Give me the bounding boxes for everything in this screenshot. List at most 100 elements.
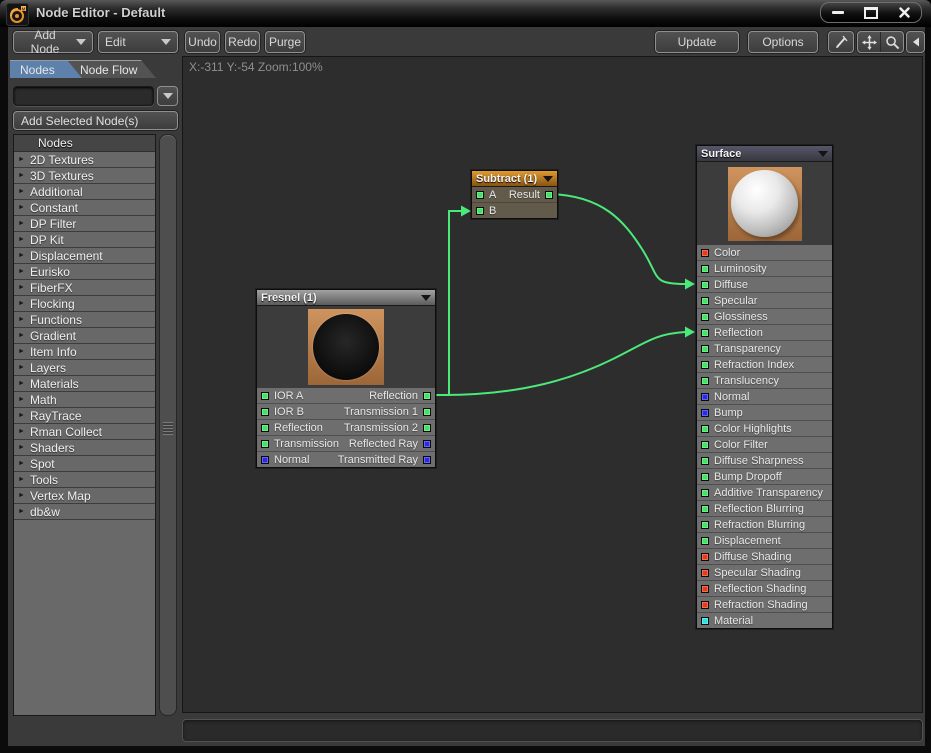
category-scrollbar[interactable] bbox=[159, 134, 177, 716]
chevron-down-icon[interactable] bbox=[421, 295, 431, 301]
sidebar-item-tools[interactable]: ►Tools bbox=[14, 472, 155, 488]
input-connector[interactable] bbox=[701, 505, 709, 513]
sidebar-item-db-w[interactable]: ►db&w bbox=[14, 504, 155, 520]
node-fresnel[interactable]: Fresnel (1) IOR AReflectionIOR BTransmis… bbox=[256, 289, 436, 468]
input-connector[interactable] bbox=[701, 409, 709, 417]
sidebar-item-layers[interactable]: ►Layers bbox=[14, 360, 155, 376]
input-connector[interactable] bbox=[701, 281, 709, 289]
maximize-button[interactable] bbox=[856, 3, 886, 22]
expand-arrow-icon[interactable]: ► bbox=[18, 428, 25, 435]
input-connector[interactable] bbox=[701, 393, 709, 401]
search-dropdown-button[interactable] bbox=[157, 86, 178, 106]
input-connector[interactable] bbox=[701, 297, 709, 305]
expand-arrow-icon[interactable]: ► bbox=[18, 172, 25, 179]
expand-arrow-icon[interactable]: ► bbox=[18, 252, 25, 259]
sidebar-item-raytrace[interactable]: ►RayTrace bbox=[14, 408, 155, 424]
pan-tool-button[interactable] bbox=[858, 32, 880, 52]
expand-arrow-icon[interactable]: ► bbox=[18, 188, 25, 195]
add-node-dropdown[interactable]: Add Node bbox=[13, 31, 93, 53]
options-button[interactable]: Options bbox=[748, 31, 818, 53]
fresnel-preview[interactable] bbox=[257, 306, 435, 388]
input-connector[interactable] bbox=[261, 440, 269, 448]
zoom-tool-button[interactable] bbox=[880, 32, 903, 52]
expand-arrow-icon[interactable]: ► bbox=[18, 460, 25, 467]
horizontal-scroll-bar[interactable] bbox=[182, 719, 923, 742]
input-connector[interactable] bbox=[701, 313, 709, 321]
sidebar-item-vertex-map[interactable]: ►Vertex Map bbox=[14, 488, 155, 504]
sidebar-item-functions[interactable]: ►Functions bbox=[14, 312, 155, 328]
input-connector[interactable] bbox=[261, 392, 269, 400]
output-connector[interactable] bbox=[423, 392, 431, 400]
input-connector[interactable] bbox=[701, 361, 709, 369]
expand-arrow-icon[interactable]: ► bbox=[18, 300, 25, 307]
wire-fresnel-to-surface-reflection[interactable] bbox=[429, 332, 685, 395]
output-connector[interactable] bbox=[423, 456, 431, 464]
input-connector[interactable] bbox=[701, 553, 709, 561]
wire-subtract-to-surface-diffuse[interactable] bbox=[551, 194, 685, 284]
edit-wire-button[interactable] bbox=[828, 31, 854, 53]
input-connector[interactable] bbox=[701, 617, 709, 625]
sidebar-item-shaders[interactable]: ►Shaders bbox=[14, 440, 155, 456]
input-connector[interactable] bbox=[701, 441, 709, 449]
sidebar-item-eurisko[interactable]: ►Eurisko bbox=[14, 264, 155, 280]
input-connector[interactable] bbox=[701, 521, 709, 529]
expand-arrow-icon[interactable]: ► bbox=[18, 396, 25, 403]
input-connector[interactable] bbox=[701, 249, 709, 257]
input-connector[interactable] bbox=[701, 345, 709, 353]
input-connector[interactable] bbox=[701, 585, 709, 593]
expand-arrow-icon[interactable]: ► bbox=[18, 444, 25, 451]
expand-arrow-icon[interactable]: ► bbox=[18, 156, 25, 163]
expand-arrow-icon[interactable]: ► bbox=[18, 412, 25, 419]
input-connector[interactable] bbox=[701, 569, 709, 577]
expand-arrow-icon[interactable]: ► bbox=[18, 236, 25, 243]
sidebar-item-rman-collect[interactable]: ►Rman Collect bbox=[14, 424, 155, 440]
node-subtract-header[interactable]: Subtract (1) bbox=[472, 171, 557, 187]
output-connector[interactable] bbox=[423, 440, 431, 448]
sidebar-item-additional[interactable]: ►Additional bbox=[14, 184, 155, 200]
input-connector[interactable] bbox=[701, 457, 709, 465]
edit-dropdown[interactable]: Edit bbox=[98, 31, 178, 53]
sidebar-item-constant[interactable]: ►Constant bbox=[14, 200, 155, 216]
input-connector[interactable] bbox=[261, 424, 269, 432]
input-connector[interactable] bbox=[701, 489, 709, 497]
expand-arrow-icon[interactable]: ► bbox=[18, 204, 25, 211]
node-surface-header[interactable]: Surface bbox=[697, 146, 832, 162]
output-connector[interactable] bbox=[423, 424, 431, 432]
undo-button[interactable]: Undo bbox=[185, 31, 220, 53]
expand-arrow-icon[interactable]: ► bbox=[18, 492, 25, 499]
sidebar-item-item-info[interactable]: ►Item Info bbox=[14, 344, 155, 360]
search-input[interactable] bbox=[13, 86, 154, 106]
redo-button[interactable]: Redo bbox=[225, 31, 260, 53]
expand-arrow-icon[interactable]: ► bbox=[18, 364, 25, 371]
sidebar-item-gradient[interactable]: ►Gradient bbox=[14, 328, 155, 344]
update-button[interactable]: Update bbox=[655, 31, 739, 53]
expand-arrow-icon[interactable]: ► bbox=[18, 284, 25, 291]
sidebar-item-dp-kit[interactable]: ►DP Kit bbox=[14, 232, 155, 248]
input-connector[interactable] bbox=[701, 473, 709, 481]
expand-arrow-icon[interactable]: ► bbox=[18, 348, 25, 355]
sidebar-item-flocking[interactable]: ►Flocking bbox=[14, 296, 155, 312]
expand-arrow-icon[interactable]: ► bbox=[18, 332, 25, 339]
expand-arrow-icon[interactable]: ► bbox=[18, 380, 25, 387]
input-connector[interactable] bbox=[476, 207, 484, 215]
sidebar-item-fiberfx[interactable]: ►FiberFX bbox=[14, 280, 155, 296]
input-connector[interactable] bbox=[701, 425, 709, 433]
sidebar-item-3d-textures[interactable]: ►3D Textures bbox=[14, 168, 155, 184]
sidebar-item-2d-textures[interactable]: ►2D Textures bbox=[14, 152, 155, 168]
node-graph-canvas[interactable]: X:-311 Y:-54 Zoom:100% Subtract (1) ARes… bbox=[182, 56, 923, 713]
input-connector[interactable] bbox=[261, 408, 269, 416]
add-selected-nodes-button[interactable]: Add Selected Node(s) bbox=[13, 111, 178, 130]
purge-button[interactable]: Purge bbox=[265, 31, 305, 53]
expand-arrow-icon[interactable]: ► bbox=[18, 220, 25, 227]
input-connector[interactable] bbox=[701, 265, 709, 273]
input-connector[interactable] bbox=[476, 191, 484, 199]
node-fresnel-header[interactable]: Fresnel (1) bbox=[257, 290, 435, 306]
expand-arrow-icon[interactable]: ► bbox=[18, 268, 25, 275]
sidebar-item-math[interactable]: ►Math bbox=[14, 392, 155, 408]
expand-arrow-icon[interactable]: ► bbox=[18, 316, 25, 323]
chevron-down-icon[interactable] bbox=[543, 176, 553, 182]
node-surface[interactable]: Surface ColorLuminosityDiffuseSpecularGl… bbox=[696, 145, 833, 629]
minimize-button[interactable] bbox=[823, 3, 853, 22]
output-connector[interactable] bbox=[545, 191, 553, 199]
input-connector[interactable] bbox=[701, 601, 709, 609]
